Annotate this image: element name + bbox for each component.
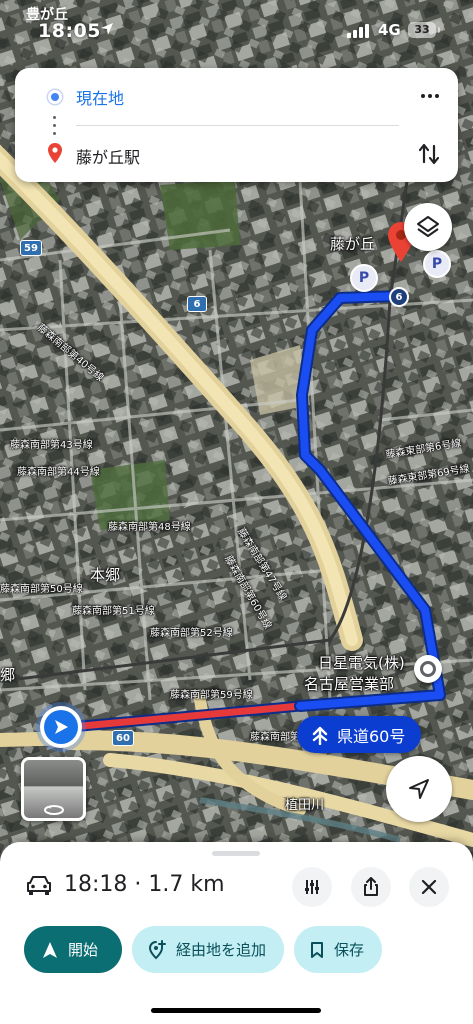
more-options-button[interactable] — [413, 82, 447, 110]
street-label: 藤森南部第59号線 — [170, 690, 253, 701]
directions-card: 現在地 藤が丘駅 — [15, 68, 458, 182]
location-arrow-icon — [101, 23, 113, 35]
navigation-outline-icon — [409, 779, 429, 799]
route-options-button[interactable] — [292, 867, 332, 907]
add-stop-button[interactable]: 経由地を追加 — [132, 926, 285, 973]
add-stop-label: 経由地を追加 — [176, 941, 267, 959]
layers-icon — [417, 216, 439, 237]
start-button-label: 開始 — [68, 941, 99, 959]
destination-field[interactable]: 藤が丘駅 — [76, 144, 140, 168]
car-icon — [27, 876, 51, 895]
drag-handle[interactable] — [212, 851, 260, 856]
bookmark-icon — [311, 941, 324, 958]
close-icon — [421, 879, 437, 895]
status-time: 18:05 — [38, 20, 101, 42]
more-dot-icon — [428, 94, 432, 98]
route-dots-icon — [53, 116, 57, 140]
river-label: 植田川 — [285, 798, 325, 813]
street-label: 藤森南部第50号線 — [0, 584, 83, 595]
swap-direction-button[interactable] — [413, 138, 445, 170]
straight-arrow-icon — [312, 726, 328, 745]
share-button[interactable] — [351, 867, 391, 907]
sliders-icon — [305, 880, 319, 894]
swap-arrows-icon — [418, 143, 440, 165]
street-view-thumbnail[interactable] — [21, 757, 86, 821]
start-button[interactable]: 開始 — [24, 926, 122, 973]
origin-field[interactable]: 現在地 — [76, 85, 124, 109]
rotate-360-icon — [44, 805, 64, 815]
recenter-button[interactable] — [386, 756, 452, 822]
destination-pin-icon — [48, 143, 62, 163]
road-shield-60: 60 — [112, 730, 134, 746]
parking-icon[interactable]: P — [423, 250, 451, 278]
network-type: 4G — [378, 21, 401, 39]
close-button[interactable] — [409, 867, 449, 907]
route-bottom-sheet: 18:18 · 1.7 km 開始 経由地を追加 保存 — [0, 842, 473, 1024]
share-icon — [364, 877, 378, 896]
parking-icon[interactable]: P — [350, 264, 378, 292]
route-chip-label: 県道60号 — [337, 726, 406, 746]
route-name-chip[interactable]: 県道60号 — [297, 716, 422, 753]
save-button[interactable]: 保存 — [294, 926, 383, 973]
battery-level: 33 — [414, 23, 430, 36]
origin-dot-icon — [48, 90, 62, 104]
trip-summary: 18:18 · 1.7 km — [64, 872, 225, 897]
navigation-arrow-icon — [43, 941, 57, 958]
place-label: 郷 — [0, 666, 16, 684]
current-location-marker — [40, 706, 82, 748]
divider — [76, 125, 399, 126]
battery-icon: 33 — [408, 22, 440, 38]
add-location-icon — [148, 939, 166, 959]
status-bar: 豊が丘 18:05 4G 33 — [0, 0, 473, 50]
street-label: 藤森南部第44号線 — [17, 467, 100, 478]
action-buttons: 開始 経由地を追加 保存 — [24, 926, 383, 973]
road-shield-6: 6 — [187, 296, 207, 312]
map-layers-button[interactable] — [404, 203, 452, 251]
street-label: 藤森南部第48号線 — [108, 522, 191, 533]
street-label: 藤森南部第52号線 — [150, 628, 233, 639]
navigation-arrow-icon — [55, 720, 68, 734]
destination-marker[interactable] — [414, 655, 442, 683]
cellular-signal-icon — [347, 24, 369, 38]
place-label: 藤が丘 — [330, 235, 376, 253]
road-shield-59: 59 — [20, 240, 42, 256]
route-number-marker: 6 — [389, 287, 409, 307]
home-indicator — [151, 1008, 321, 1013]
more-dot-icon — [421, 94, 425, 98]
more-dot-icon — [435, 94, 439, 98]
place-label: 名古屋営業部 — [304, 675, 395, 693]
save-label: 保存 — [334, 941, 365, 959]
street-label: 藤森南部第51号線 — [72, 606, 155, 617]
place-label: 日星電気(株) — [318, 654, 405, 672]
place-label: 本郷 — [90, 566, 121, 584]
street-label: 藤森南部第43号線 — [10, 440, 93, 451]
